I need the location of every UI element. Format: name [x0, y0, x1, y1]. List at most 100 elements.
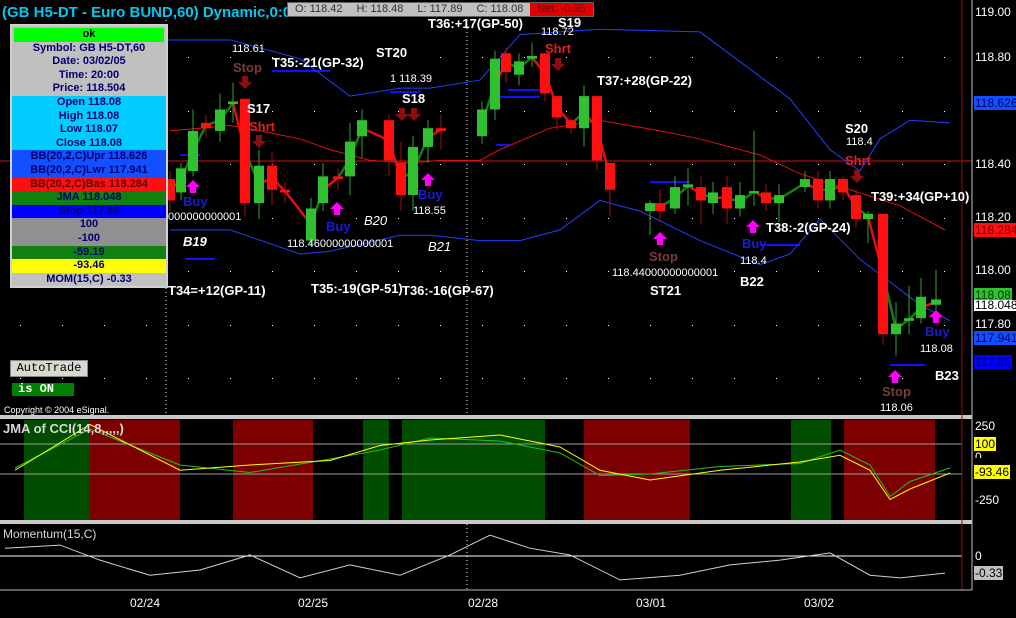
buy-arrow-icon: [888, 370, 902, 383]
grid-dot: [440, 164, 441, 165]
stop-marker: 117.86: [974, 355, 1012, 369]
dw-symbol: Symbol: GB H5-DT,60: [32, 41, 146, 54]
candle-body: [306, 208, 316, 241]
sell-arrow-icon: [238, 76, 252, 89]
ohlc-open: O: 118.42: [295, 3, 343, 15]
grid-dot: [860, 111, 861, 112]
candle-body: [863, 213, 873, 220]
grid-dot: [860, 325, 861, 326]
short-label: Shrt: [249, 119, 275, 134]
grid-dot: [482, 164, 483, 165]
candle-body: [396, 163, 406, 196]
buy-arrow-icon: [653, 232, 667, 245]
grid-dot: [482, 57, 483, 58]
price-label: 118.4: [740, 255, 767, 267]
candle-body: [878, 213, 888, 335]
grid-dot: [566, 218, 567, 219]
candle-body: [384, 120, 394, 161]
grid-dot: [776, 57, 777, 58]
grid-dot: [314, 111, 315, 112]
sell-arrow-icon: [407, 108, 421, 121]
dw-price: Price: 118.504: [52, 82, 126, 95]
grid-dot: [230, 325, 231, 326]
candle-body: [605, 163, 615, 190]
grid-dot: [398, 111, 399, 112]
candle-body: [408, 146, 418, 196]
candles: [165, 42, 941, 356]
signal-label: ST20: [376, 45, 408, 60]
grid-dot: [650, 378, 651, 379]
cci-value-marker: -93.46: [974, 465, 1011, 479]
signal-label: B23: [935, 368, 959, 383]
candle-body: [228, 101, 238, 105]
panel-divider[interactable]: [0, 520, 972, 524]
grid-dot: [566, 325, 567, 326]
grid-dot: [902, 378, 903, 379]
grid-dot: [566, 271, 567, 272]
date-tick: 02/28: [468, 596, 499, 610]
signal-label: B22: [740, 274, 764, 289]
grid-dot: [356, 325, 357, 326]
grid-dot: [734, 378, 735, 379]
bb-lower-marker: 117.941: [974, 331, 1016, 345]
ohlc-close: C: 118.08: [476, 3, 524, 15]
bb-upper-marker: 118.626: [974, 96, 1016, 110]
grid-dot: [818, 378, 819, 379]
dw-cci-green: -59.19: [12, 245, 166, 260]
candle-body: [813, 179, 823, 201]
grid-dot: [188, 111, 189, 112]
grid-dot: [230, 57, 231, 58]
grid-dot: [440, 111, 441, 112]
cci-zone: [402, 420, 545, 520]
data-window[interactable]: ok Symbol: GB H5-DT,60 Date: 03/02/05 Ti…: [10, 24, 168, 289]
grid-dot: [20, 378, 21, 379]
grid-dot: [272, 111, 273, 112]
grid-dot: [566, 111, 567, 112]
grid-dot: [944, 271, 945, 272]
signal-label: S17: [247, 101, 271, 116]
date-tick: 02/25: [298, 596, 329, 610]
price-tick: 118.20: [975, 210, 1011, 224]
grid-dot: [818, 111, 819, 112]
grid-dot: [230, 378, 231, 379]
grid-dot: [692, 57, 693, 58]
candle-body: [904, 318, 914, 321]
candle-body: [514, 61, 524, 75]
grid-dot: [566, 378, 567, 379]
grid-dot: [230, 271, 231, 272]
grid-dot: [272, 325, 273, 326]
price-label: 118.55: [413, 205, 446, 217]
grid-dot: [608, 378, 609, 379]
grid-dot: [692, 218, 693, 219]
grid-dot: [272, 378, 273, 379]
candle-body: [215, 109, 225, 131]
grid-dot: [524, 378, 525, 379]
dw-high: High 118.08: [12, 109, 166, 124]
price-label: 000000000001: [168, 211, 242, 223]
grid-dot: [230, 111, 231, 112]
grid-dot: [524, 271, 525, 272]
grid-dot: [818, 218, 819, 219]
momentum-value-marker: -0.33: [974, 566, 1004, 580]
grid-dot: [356, 164, 357, 165]
grid-dot: [440, 218, 441, 219]
candle-body: [267, 165, 277, 190]
candle-body: [722, 187, 732, 209]
grid-dot: [104, 325, 105, 326]
momentum-panel-title: Momentum(15,C): [3, 527, 97, 541]
grid-dot: [524, 111, 525, 112]
stop-label: Stop: [233, 60, 262, 75]
sell-arrow-icon: [395, 108, 409, 121]
autotrade-button[interactable]: AutoTrade: [10, 360, 88, 377]
bb-basis-marker: 118.284: [974, 223, 1016, 237]
price-tick: 118.80: [975, 50, 1011, 64]
candle-body: [851, 195, 861, 220]
candle-body: [188, 130, 198, 172]
candle-body: [579, 96, 589, 129]
buy-label: Buy: [326, 219, 351, 234]
price-tick: 117.80: [975, 317, 1011, 331]
price-label: 118.46000000000001: [287, 238, 394, 250]
panel-divider[interactable]: [0, 415, 972, 419]
momentum-line: [4, 534, 946, 581]
cci-zone: [363, 420, 389, 520]
